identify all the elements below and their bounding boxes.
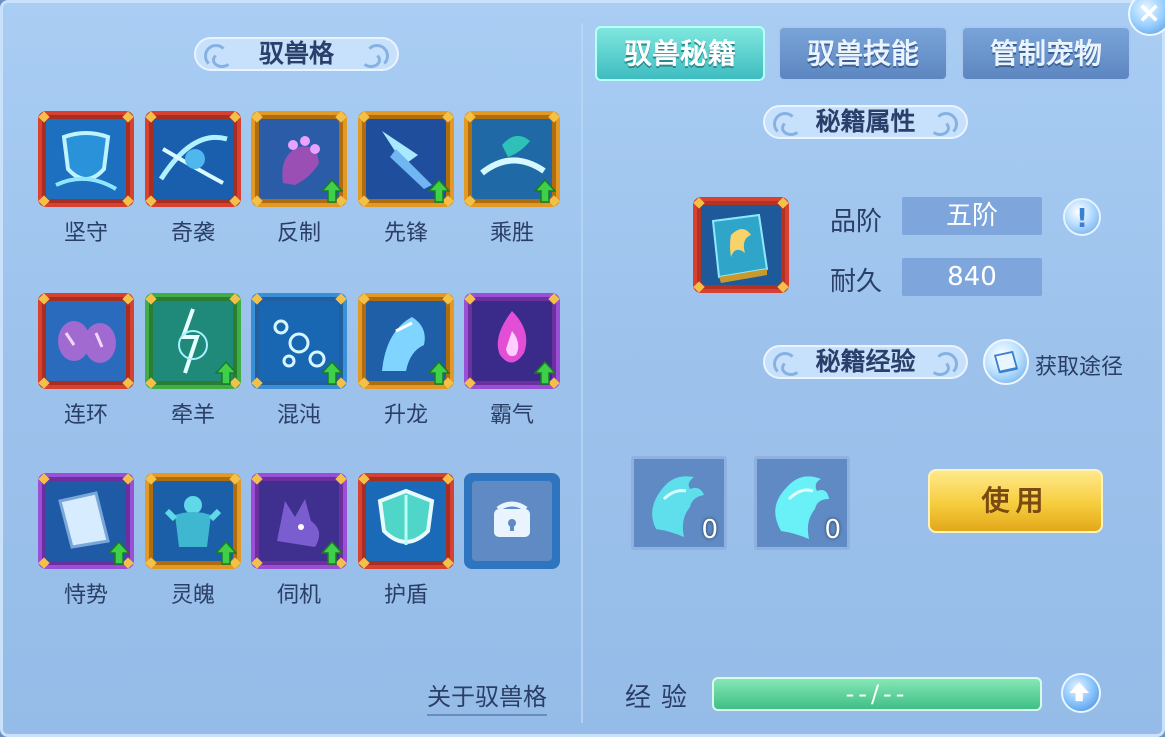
skill-slot-6[interactable] (38, 293, 134, 389)
skill-slot-1[interactable] (38, 111, 134, 207)
skill-slot-label: 坚守 (63, 221, 108, 246)
skill-slot-12[interactable] (145, 473, 241, 569)
exp-label: 经验 (625, 683, 698, 713)
upgrade-available-icon (428, 361, 450, 385)
skill-slot-3[interactable] (251, 111, 347, 207)
exp-item-slot-1[interactable]: 0 (631, 456, 727, 550)
durability-label: 耐久 (830, 267, 883, 297)
skill-slot-label: 牵羊 (170, 403, 215, 428)
lock-icon (472, 481, 552, 561)
tab-taming-manual[interactable]: 驭兽秘籍 (595, 26, 765, 81)
manual-attributes-title-text: 秘籍属性 (815, 107, 916, 136)
taming-grid-title-text: 驭兽格 (258, 39, 334, 68)
info-icon[interactable]: ! (1063, 198, 1101, 236)
skill-slot-13[interactable] (251, 473, 347, 569)
book-source-icon[interactable] (983, 339, 1029, 385)
upgrade-available-icon (108, 541, 130, 565)
skill-slot-label: 反制 (276, 221, 321, 246)
exp-item-count: 0 (824, 515, 841, 545)
upgrade-available-icon (534, 179, 556, 203)
grade-value: 五阶 (902, 197, 1042, 235)
skill-slot-label: 乘胜 (489, 221, 534, 246)
skill-slot-14[interactable] (358, 473, 454, 569)
pet-taming-panel: 驭兽格 坚守 奇袭 反制 先锋 乘胜连环 牵羊 混沌 升龙 霸气恃势 灵魄 伺机 护盾 关于驭兽格 驭… (0, 0, 1165, 737)
manual-experience-title-text: 秘籍经验 (815, 347, 916, 376)
skill-slot-label: 先锋 (383, 221, 428, 246)
manual-experience-title: 秘籍经验 (763, 345, 968, 379)
skill-slot-7[interactable] (145, 293, 241, 389)
skill-slot-label: 升龙 (383, 403, 428, 428)
exp-item-slot-2[interactable]: 0 (754, 456, 850, 550)
claws-skill-icon (46, 301, 126, 381)
upgrade-available-icon (428, 179, 450, 203)
upgrade-available-icon (321, 179, 343, 203)
skill-slot-8[interactable] (251, 293, 347, 389)
exp-item-count: 0 (701, 515, 718, 545)
skill-slot-label: 恃势 (63, 583, 108, 608)
skill-slot-label: 混沌 (276, 403, 321, 428)
skill-slot-11[interactable] (38, 473, 134, 569)
guard-skill-icon (366, 481, 446, 561)
skill-slot-4[interactable] (358, 111, 454, 207)
skill-slot-9[interactable] (358, 293, 454, 389)
upgrade-available-icon (215, 541, 237, 565)
taming-grid-title: 驭兽格 (194, 37, 399, 71)
skill-slot-label: 霸气 (489, 403, 534, 428)
skill-slot-label: 连环 (63, 403, 108, 428)
about-taming-grid-link[interactable]: 关于驭兽格 (427, 677, 547, 716)
slash-skill-icon (153, 119, 233, 199)
locked-slot[interactable] (464, 473, 560, 569)
tab-taming-skills[interactable]: 驭兽技能 (778, 26, 948, 81)
skill-slot-label: 奇袭 (170, 221, 215, 246)
upgrade-available-icon (321, 361, 343, 385)
grade-label: 品阶 (830, 207, 883, 237)
upgrade-available-icon (321, 541, 343, 565)
tab-controlled-pets[interactable]: 管制宠物 (961, 26, 1131, 81)
panel-divider (581, 23, 583, 723)
durability-value: 840 (902, 258, 1042, 296)
skill-slot-10[interactable] (464, 293, 560, 389)
manual-book-icon[interactable] (693, 197, 789, 293)
upgrade-available-icon (534, 361, 556, 385)
skill-slot-label: 伺机 (276, 583, 321, 608)
upgrade-arrow-icon[interactable] (1061, 673, 1101, 713)
skill-slot-label: 灵魄 (170, 583, 215, 608)
skill-slot-2[interactable] (145, 111, 241, 207)
skill-slot-5[interactable] (464, 111, 560, 207)
shield-skill-icon (46, 119, 126, 199)
manual-attributes-title: 秘籍属性 (763, 105, 968, 139)
acquire-source-link[interactable]: 获取途径 (1035, 349, 1123, 381)
exp-progress-bar: --/-- (712, 677, 1042, 711)
use-button[interactable]: 使用 (928, 469, 1103, 533)
skill-slot-label: 护盾 (383, 583, 428, 608)
upgrade-available-icon (215, 361, 237, 385)
close-icon[interactable] (1128, 0, 1165, 36)
